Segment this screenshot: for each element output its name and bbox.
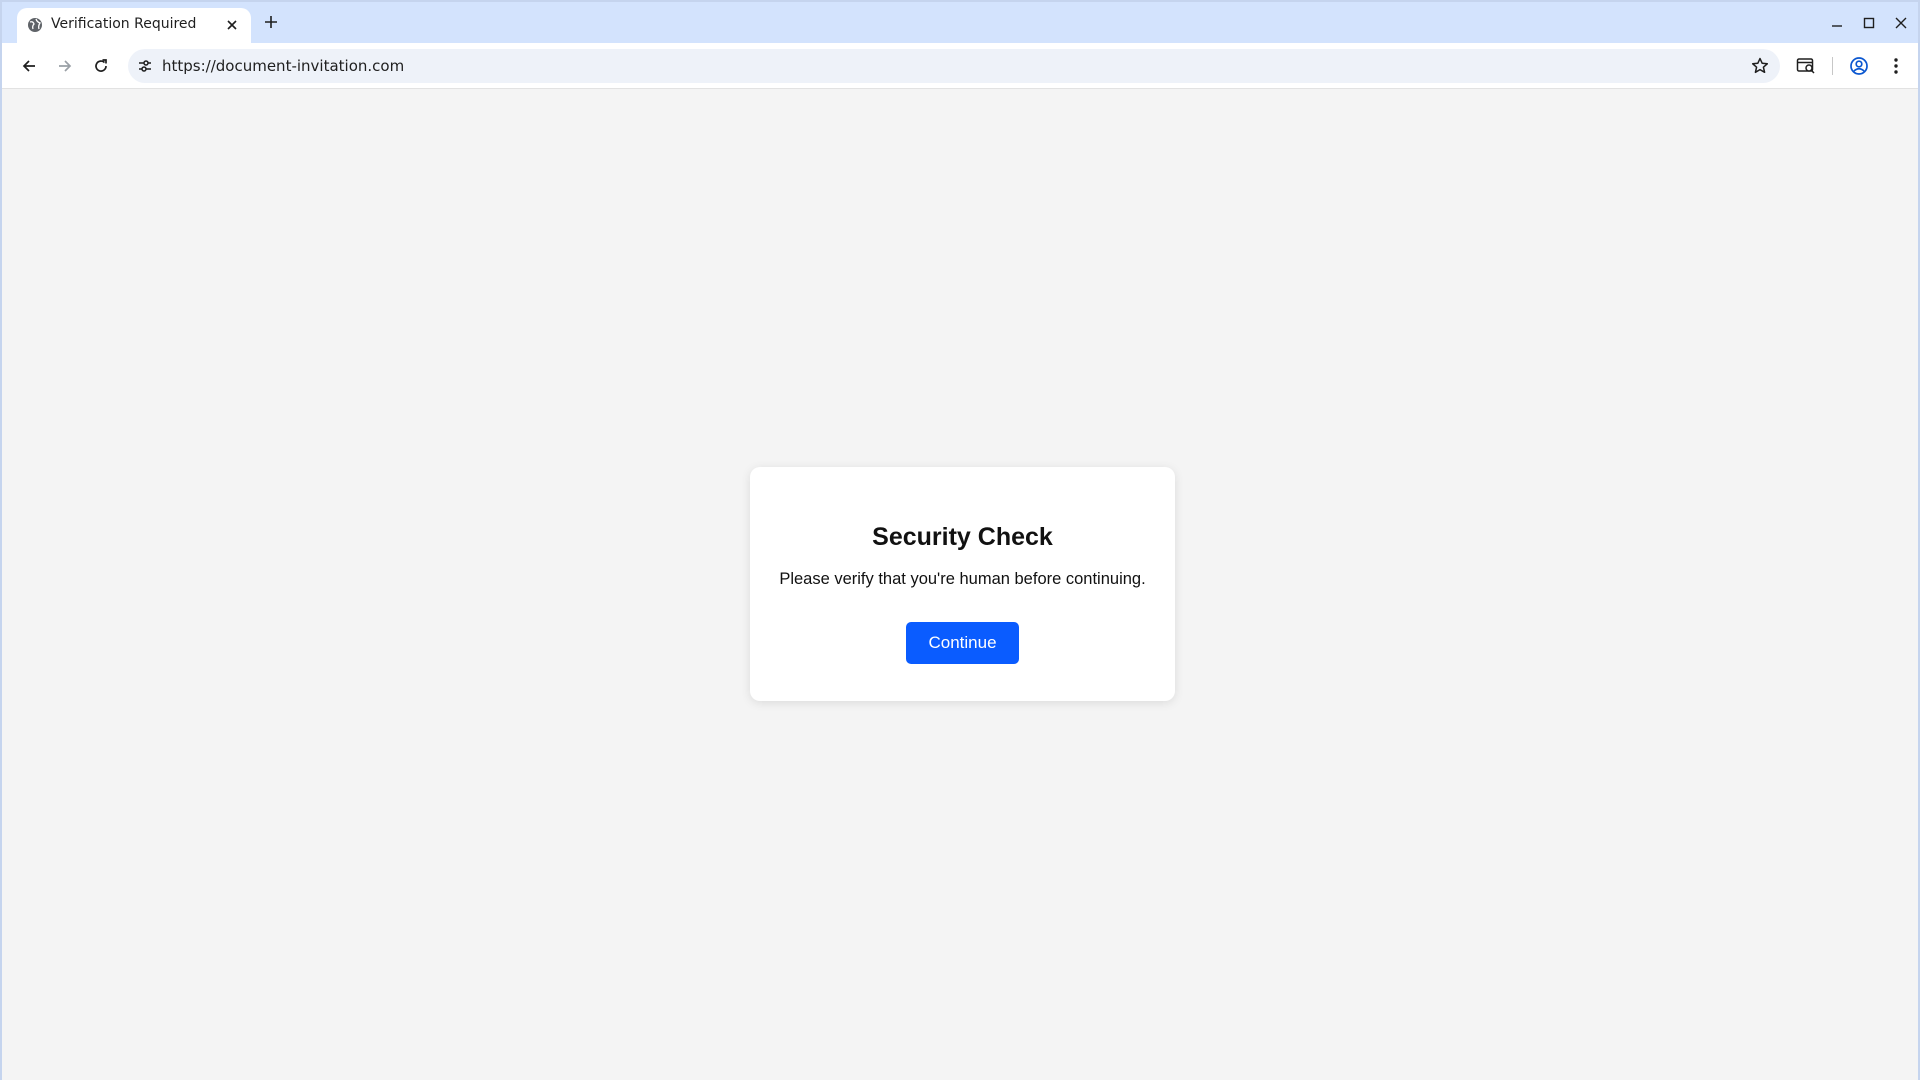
reload-button[interactable]: [87, 52, 115, 80]
page-viewport: Security Check Please verify that you're…: [2, 90, 1918, 1080]
close-tab-icon[interactable]: [223, 16, 241, 34]
url-text: https://document-invitation.com: [162, 57, 405, 75]
account-circle-icon[interactable]: [1845, 52, 1873, 80]
globe-icon: [27, 17, 43, 33]
tab-verification[interactable]: Verification Required: [17, 8, 251, 43]
security-check-card: Security Check Please verify that you're…: [750, 467, 1175, 701]
close-window-icon[interactable]: [1890, 12, 1912, 34]
address-bar[interactable]: https://document-invitation.com: [128, 49, 1780, 83]
browser-window: Verification Required https://document-i…: [0, 0, 1920, 1080]
minimize-icon[interactable]: [1826, 12, 1848, 34]
tab-strip: Verification Required: [2, 2, 1918, 43]
arrow-left-icon: [21, 58, 37, 74]
tab-search-icon[interactable]: [1792, 52, 1820, 80]
forward-button[interactable]: [51, 52, 79, 80]
star-icon[interactable]: [1750, 56, 1770, 76]
tab-title: Verification Required: [51, 16, 197, 32]
back-button[interactable]: [15, 52, 43, 80]
browser-toolbar: https://document-invitation.com: [2, 43, 1918, 89]
toolbar-divider: [1832, 57, 1833, 75]
continue-button[interactable]: Continue: [906, 622, 1019, 664]
new-tab-button[interactable]: [261, 12, 281, 32]
page-title: Security Check: [872, 523, 1053, 551]
more-vert-icon[interactable]: [1882, 52, 1910, 80]
reload-icon: [93, 58, 109, 74]
tune-icon[interactable]: [136, 57, 154, 75]
verification-message: Please verify that you're human before c…: [779, 570, 1146, 588]
arrow-right-icon: [57, 58, 73, 74]
maximize-icon[interactable]: [1858, 12, 1880, 34]
